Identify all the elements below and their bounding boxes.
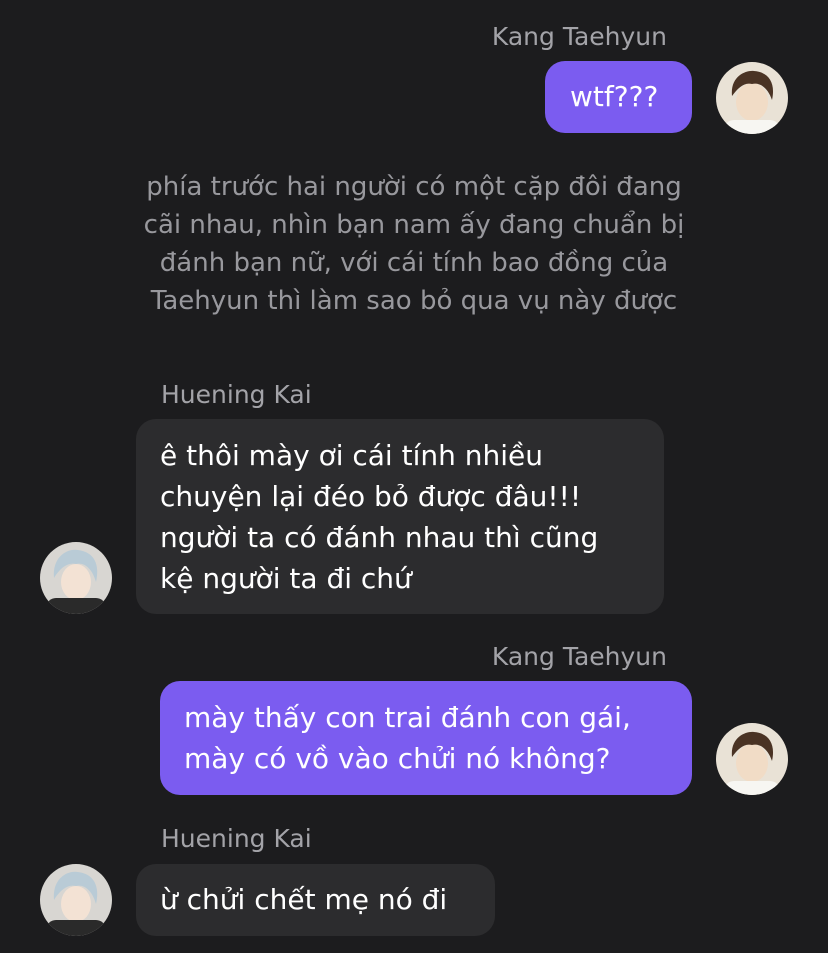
sender-name: Kang Taehyun [491,22,667,51]
narration-line: cãi nhau, nhìn bạn nam ấy đang chuẩn bị [143,210,685,240]
sender-name: Huening Kai [161,824,312,853]
narration-line: phía trước hai người có một cặp đôi đang [146,172,682,202]
sender-name: Huening Kai [161,380,312,409]
avatar-huening-kai[interactable] [40,864,112,936]
chat-thread: Kang Taehyun wtf??? phía trước hai người… [0,0,828,953]
message-bubble-incoming[interactable]: ừ chửi chết mẹ nó đi [136,864,495,936]
message-text: ừ chửi chết mẹ nó đi [160,883,448,916]
message-bubble-incoming[interactable]: ê thôi mày ơi cái tính nhiều chuyện lại … [136,419,664,614]
message-text: kệ người ta đi chứ [160,562,412,595]
message-bubble-outgoing[interactable]: mày thấy con trai đánh con gái, mày có v… [160,681,692,795]
message-bubble-outgoing[interactable]: wtf??? [545,61,692,133]
narration-line: Taehyun thì làm sao bỏ qua vụ này được [150,286,678,316]
avatar-huening-kai[interactable] [40,542,112,614]
message-text: chuyện lại đéo bỏ được đâu!!! [160,480,582,513]
message-text: mày có vồ vào chửi nó không? [184,742,611,775]
sender-name: Kang Taehyun [491,642,667,671]
avatar-kang-taehyun[interactable] [716,723,788,795]
message-text: người ta có đánh nhau thì cũng [160,521,599,554]
avatar-kang-taehyun[interactable] [716,62,788,134]
message-text: wtf??? [570,80,659,113]
narration-line: đánh bạn nữ, với cái tính bao đồng của [159,248,669,278]
narration-text: phía trước hai người có một cặp đôi đang… [60,168,768,320]
message-text: ê thôi mày ơi cái tính nhiều [160,439,544,472]
message-text: mày thấy con trai đánh con gái, [184,701,631,734]
